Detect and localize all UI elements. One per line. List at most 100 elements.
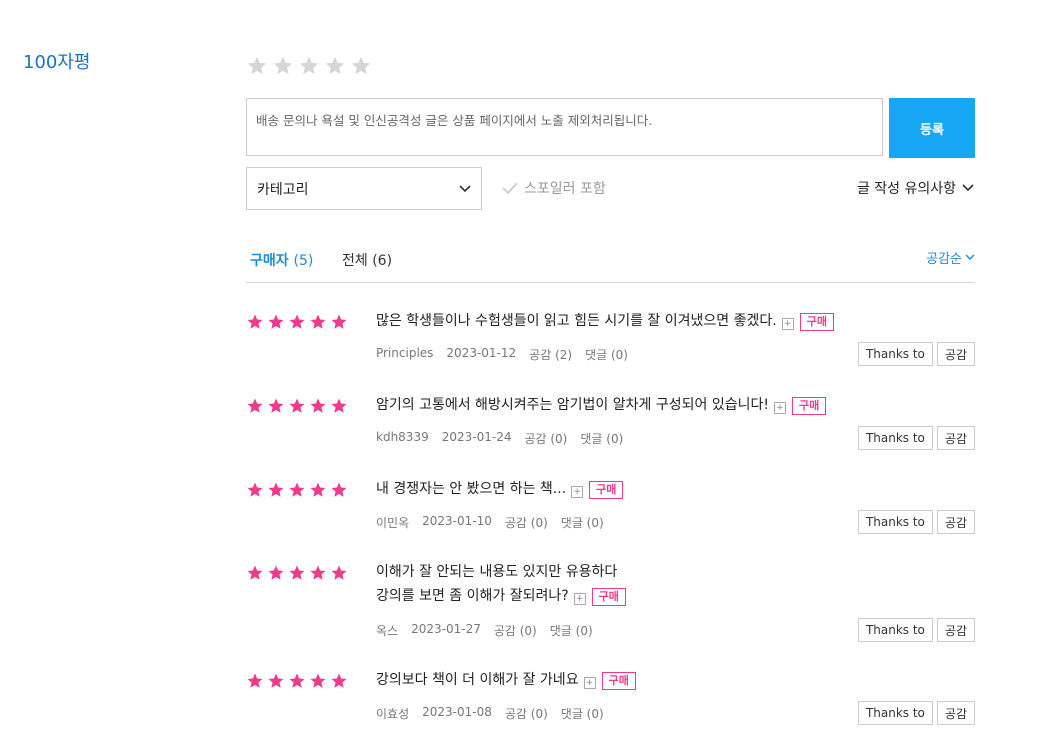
tab-all-count: (6) — [372, 253, 393, 269]
review-likes: 공감 (2) — [529, 348, 573, 362]
thanks-to-button[interactable]: Thanks to — [857, 426, 933, 450]
rating-star-icon — [247, 398, 263, 413]
check-icon — [502, 182, 518, 194]
review-rating — [246, 564, 348, 582]
review-author[interactable]: Principles — [376, 346, 433, 363]
sort-label: 공감순 — [926, 252, 962, 267]
review-author[interactable]: 이효성 — [376, 705, 409, 722]
empathy-button[interactable]: 공감 — [936, 701, 975, 725]
spoiler-checkbox[interactable]: 스포일러 포함 — [502, 178, 606, 198]
purchase-badge: 구매 — [601, 672, 636, 690]
rating-star-icon — [331, 314, 347, 329]
review-actions: Thanks to 공감 — [857, 510, 975, 534]
review-content: 암기의 고통에서 해방시켜주는 암기법이 알차게 구성되어 있습니다! + 구매 — [376, 393, 827, 417]
rating-star-icon — [310, 314, 326, 329]
rating-star-icon — [331, 673, 347, 688]
tab-all-label: 전체 — [342, 253, 368, 269]
expand-icon[interactable]: + — [583, 677, 596, 689]
expand-icon[interactable]: + — [781, 318, 794, 330]
review-comments[interactable]: 댓글 (0) — [561, 705, 604, 722]
category-select-value: 카테고리 — [257, 181, 309, 198]
review-comments[interactable]: 댓글 (0) — [561, 514, 604, 531]
spoiler-label: 스포일러 포함 — [524, 181, 606, 197]
rating-star-icon — [247, 314, 263, 329]
review-author[interactable]: 이민옥 — [376, 514, 409, 531]
thanks-to-button[interactable]: Thanks to — [857, 342, 933, 366]
review-actions: Thanks to 공감 — [857, 342, 975, 366]
review-likes: 공감 (0) — [493, 624, 537, 638]
rating-star-icon — [247, 482, 263, 497]
review-rating — [246, 397, 348, 415]
review-rating — [246, 313, 348, 331]
review-date: 2023-01-10 — [422, 514, 492, 528]
rating-star-icon — [268, 565, 284, 580]
rating-star-icon[interactable] — [324, 55, 346, 77]
review-comments[interactable]: 댓글 (0) — [550, 622, 593, 639]
review-author[interactable]: 옥스 — [376, 622, 398, 639]
rating-input[interactable] — [246, 55, 372, 77]
tab-buyers[interactable]: 구매자 (5) — [250, 250, 313, 270]
rating-star-icon[interactable] — [350, 55, 372, 77]
tab-all[interactable]: 전체 (6) — [342, 250, 392, 270]
writing-guide-label: 글 작성 유의사항 — [856, 181, 956, 197]
category-select[interactable]: 카테고리 — [246, 167, 482, 210]
rating-star-icon — [310, 482, 326, 497]
review-comments[interactable]: 댓글 (0) — [580, 430, 623, 447]
review-text: 많은 학생들이나 수험생들이 읽고 힘든 시기를 잘 이겨냈으면 좋겠다. — [376, 313, 777, 329]
rating-star-icon[interactable] — [298, 55, 320, 77]
rating-star-icon — [289, 673, 305, 688]
rating-star-icon — [268, 314, 284, 329]
rating-star-icon — [331, 398, 347, 413]
review-tabs: 구매자 (5) 전체 (6) 공감순 — [246, 250, 975, 283]
rating-star-icon — [247, 673, 263, 688]
review-text: 암기의 고통에서 해방시켜주는 암기법이 알차게 구성되어 있습니다! — [376, 397, 769, 413]
empathy-button[interactable]: 공감 — [936, 342, 975, 366]
rating-star-icon — [289, 565, 305, 580]
review-actions: Thanks to 공감 — [857, 618, 975, 642]
chevron-down-icon — [962, 184, 974, 192]
review-comments[interactable]: 댓글 (0) — [585, 346, 628, 363]
writing-guide-toggle[interactable]: 글 작성 유의사항 — [857, 178, 974, 198]
thanks-to-button[interactable]: Thanks to — [857, 701, 933, 725]
review-meta: 옥스 2023-01-27 공감 (0) 댓글 (0) — [376, 622, 593, 639]
tab-buyers-label: 구매자 — [250, 253, 289, 269]
review-content: 이해가 잘 안되는 내용도 있지만 유용하다 강의를 보면 좀 이해가 잘되려나?… — [376, 560, 626, 608]
rating-star-icon — [310, 398, 326, 413]
empathy-button[interactable]: 공감 — [936, 426, 975, 450]
review-author[interactable]: kdh8339 — [376, 430, 429, 447]
review-content: 내 경쟁자는 안 봤으면 하는 책... + 구매 — [376, 477, 624, 501]
review-actions: Thanks to 공감 — [857, 426, 975, 450]
rating-star-icon — [289, 314, 305, 329]
expand-icon[interactable]: + — [573, 593, 586, 605]
thanks-to-button[interactable]: Thanks to — [857, 510, 933, 534]
purchase-badge: 구매 — [591, 588, 626, 606]
rating-star-icon — [268, 398, 284, 413]
rating-star-icon — [268, 673, 284, 688]
review-meta: 이효성 2023-01-08 공감 (0) 댓글 (0) — [376, 705, 604, 722]
sort-dropdown[interactable]: 공감순 — [926, 248, 975, 267]
rating-star-icon — [289, 482, 305, 497]
thanks-to-button[interactable]: Thanks to — [857, 618, 933, 642]
rating-star-icon — [247, 565, 263, 580]
expand-icon[interactable]: + — [773, 402, 786, 414]
review-date: 2023-01-27 — [411, 622, 481, 636]
review-rating — [246, 481, 348, 499]
review-rating — [246, 672, 348, 690]
submit-button[interactable]: 등록 — [889, 98, 975, 158]
review-likes: 공감 (0) — [504, 516, 548, 530]
review-content: 많은 학생들이나 수험생들이 읽고 힘든 시기를 잘 이겨냈으면 좋겠다. + 구매 — [376, 309, 834, 333]
empathy-button[interactable]: 공감 — [936, 618, 975, 642]
review-date: 2023-01-08 — [422, 705, 492, 719]
purchase-badge: 구매 — [799, 313, 834, 331]
section-title: 100자평 — [23, 52, 91, 73]
rating-star-icon[interactable] — [272, 55, 294, 77]
review-textarea[interactable]: 배송 문의나 욕설 및 인신공격성 글은 상품 페이지에서 노출 제외처리됩니다… — [246, 98, 883, 156]
review-text: 이해가 잘 안되는 내용도 있지만 유용하다 — [376, 564, 618, 580]
review-text: 강의보다 책이 더 이해가 잘 가네요 — [376, 672, 579, 688]
rating-star-icon — [310, 673, 326, 688]
expand-icon[interactable]: + — [571, 486, 584, 498]
empathy-button[interactable]: 공감 — [936, 510, 975, 534]
rating-star-icon[interactable] — [246, 55, 268, 77]
rating-star-icon — [331, 482, 347, 497]
rating-star-icon — [310, 565, 326, 580]
